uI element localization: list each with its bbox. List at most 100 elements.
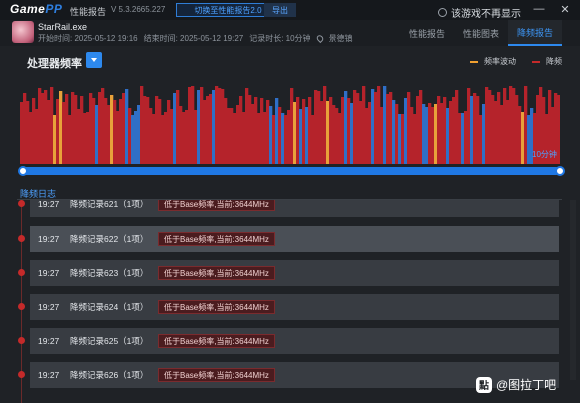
row-label: 降频记录625（1项）	[70, 336, 149, 346]
log-row[interactable]: 19:27 降频记录622（1项） 低于Base频率,当前:3644MHz	[17, 226, 562, 252]
timeline-dot	[18, 235, 25, 242]
frequency-bar	[101, 88, 105, 164]
frequency-bar	[503, 88, 507, 164]
frequency-bar	[446, 108, 450, 164]
frequency-bar	[272, 115, 276, 164]
frequency-bar	[41, 93, 45, 164]
frequency-bar	[281, 113, 285, 164]
frequency-bar	[128, 108, 132, 164]
game-avatar	[12, 21, 34, 43]
frequency-bar	[377, 86, 381, 164]
frequency-bar	[224, 98, 228, 164]
frequency-bar	[365, 108, 369, 164]
frequency-bar	[470, 96, 474, 164]
timeline-slider[interactable]	[20, 167, 560, 175]
frequency-bar	[350, 103, 354, 164]
close-icon[interactable]: ✕	[558, 3, 572, 16]
frequency-bar	[278, 107, 282, 164]
frequency-bar	[80, 96, 84, 164]
slider-handle-left[interactable]	[18, 166, 28, 176]
frequency-bar	[293, 102, 297, 164]
row-label: 降频记录623（1项）	[70, 268, 149, 278]
frequency-bar	[131, 115, 135, 164]
log-row-card[interactable]: 19:27 降频记录624（1项） 低于Base频率,当前:3644MHz	[30, 294, 559, 320]
log-row-card[interactable]: 19:27 降频记录623（1项） 低于Base频率,当前:3644MHz	[30, 260, 559, 286]
row-time: 19:27	[38, 268, 60, 278]
slider-handle-right[interactable]	[555, 166, 565, 176]
frequency-bar	[485, 87, 489, 164]
frequency-bar	[515, 95, 519, 164]
row-time: 19:27	[38, 200, 60, 209]
gamepp-logo: GamePP	[10, 2, 63, 16]
app-title: 性能报告	[70, 7, 107, 17]
frequency-bar	[206, 96, 210, 164]
frequency-bar	[512, 88, 516, 164]
tab-performance-report[interactable]: 性能报告	[400, 20, 454, 46]
log-row-card[interactable]: 19:27 降频记录625（1项） 低于Base频率,当前:3644MHz	[30, 328, 559, 354]
frequency-bar	[521, 112, 525, 164]
frequency-bar	[257, 113, 261, 164]
log-row[interactable]: 19:27 降频记录623（1项） 低于Base频率,当前:3644MHz	[17, 260, 562, 286]
log-row-card[interactable]: 19:27 降频记录622（1项） 低于Base频率,当前:3644MHz	[30, 226, 559, 252]
frequency-bar	[296, 97, 300, 164]
frequency-bar	[353, 90, 357, 164]
frequency-bar	[140, 86, 144, 164]
timeline-dot	[18, 337, 25, 344]
version-label: V 5.3.2665.227	[111, 5, 166, 14]
no-show-label: 该游戏不再显示	[451, 9, 521, 20]
frequency-bar	[479, 115, 483, 164]
frequency-bar	[368, 102, 372, 164]
duration: 记录时长: 10分钟	[249, 34, 311, 43]
frequency-bar	[398, 114, 402, 164]
frequency-bar	[416, 96, 420, 164]
frequency-bar	[482, 104, 486, 164]
metric-dropdown-button[interactable]	[86, 52, 102, 68]
frequency-bar	[26, 101, 30, 164]
frequency-bar	[95, 105, 99, 164]
session-meta: 开始时间: 2025-05-12 19:16 结束时间: 2025-05-12 …	[38, 33, 353, 44]
frequency-bar	[509, 86, 513, 164]
frequency-bar	[506, 100, 510, 164]
frequency-bar	[356, 93, 360, 164]
frequency-bar	[401, 114, 405, 164]
log-row[interactable]: 19:27 降频记录621（1项） 低于Base频率,当前:3644MHz	[17, 200, 562, 217]
frequency-bar	[260, 98, 264, 164]
frequency-bar	[380, 107, 384, 164]
export-button[interactable]: 导出	[264, 3, 296, 17]
radio-icon[interactable]	[438, 8, 447, 17]
frequency-bar	[491, 95, 495, 164]
frequency-bar	[86, 112, 90, 164]
log-row[interactable]: 19:27 降频记录625（1项） 低于Base频率,当前:3644MHz	[17, 328, 562, 354]
frequency-bar	[56, 99, 60, 164]
report-tabs: 性能报告 性能图表 降频报告	[400, 20, 562, 46]
frequency-bar	[191, 86, 195, 164]
frequency-bar	[449, 101, 453, 164]
frequency-bar	[341, 97, 345, 164]
throttle-log-list: 19:27 降频记录621（1项） 低于Base频率,当前:3644MHz 19:27…	[17, 200, 562, 403]
frequency-bar	[455, 90, 459, 164]
frequency-bar	[239, 96, 243, 164]
scrollbar[interactable]	[570, 200, 576, 380]
timeline-dot	[18, 200, 25, 207]
frequency-bar	[251, 104, 255, 164]
frequency-bar	[221, 89, 225, 164]
frequency-bar	[218, 88, 222, 164]
tab-performance-chart[interactable]: 性能图表	[454, 20, 508, 46]
frequency-bar	[203, 100, 207, 164]
frequency-bar	[38, 88, 42, 164]
frequency-bar	[332, 105, 336, 164]
tab-throttle-report[interactable]: 降频报告	[508, 20, 562, 46]
watermark: 點 @图拉丁吧	[476, 376, 556, 393]
frequency-bar	[125, 89, 129, 164]
frequency-bar	[89, 93, 93, 164]
minimize-icon[interactable]: —	[532, 3, 546, 15]
frequency-bar	[74, 95, 78, 164]
log-row-card[interactable]: 19:27 降频记录621（1项） 低于Base频率,当前:3644MHz	[30, 200, 559, 217]
log-row[interactable]: 19:27 降频记录624（1项） 低于Base频率,当前:3644MHz	[17, 294, 562, 320]
no-show-toggle[interactable]: 该游戏不再显示	[438, 5, 521, 20]
end-time: 结束时间: 2025-05-12 19:27	[143, 34, 244, 43]
frequency-bar	[395, 104, 399, 164]
throttle-badge: 低于Base频率,当前:3644MHz	[158, 232, 275, 246]
frequency-bar	[113, 100, 117, 164]
frequency-bar	[434, 104, 438, 164]
